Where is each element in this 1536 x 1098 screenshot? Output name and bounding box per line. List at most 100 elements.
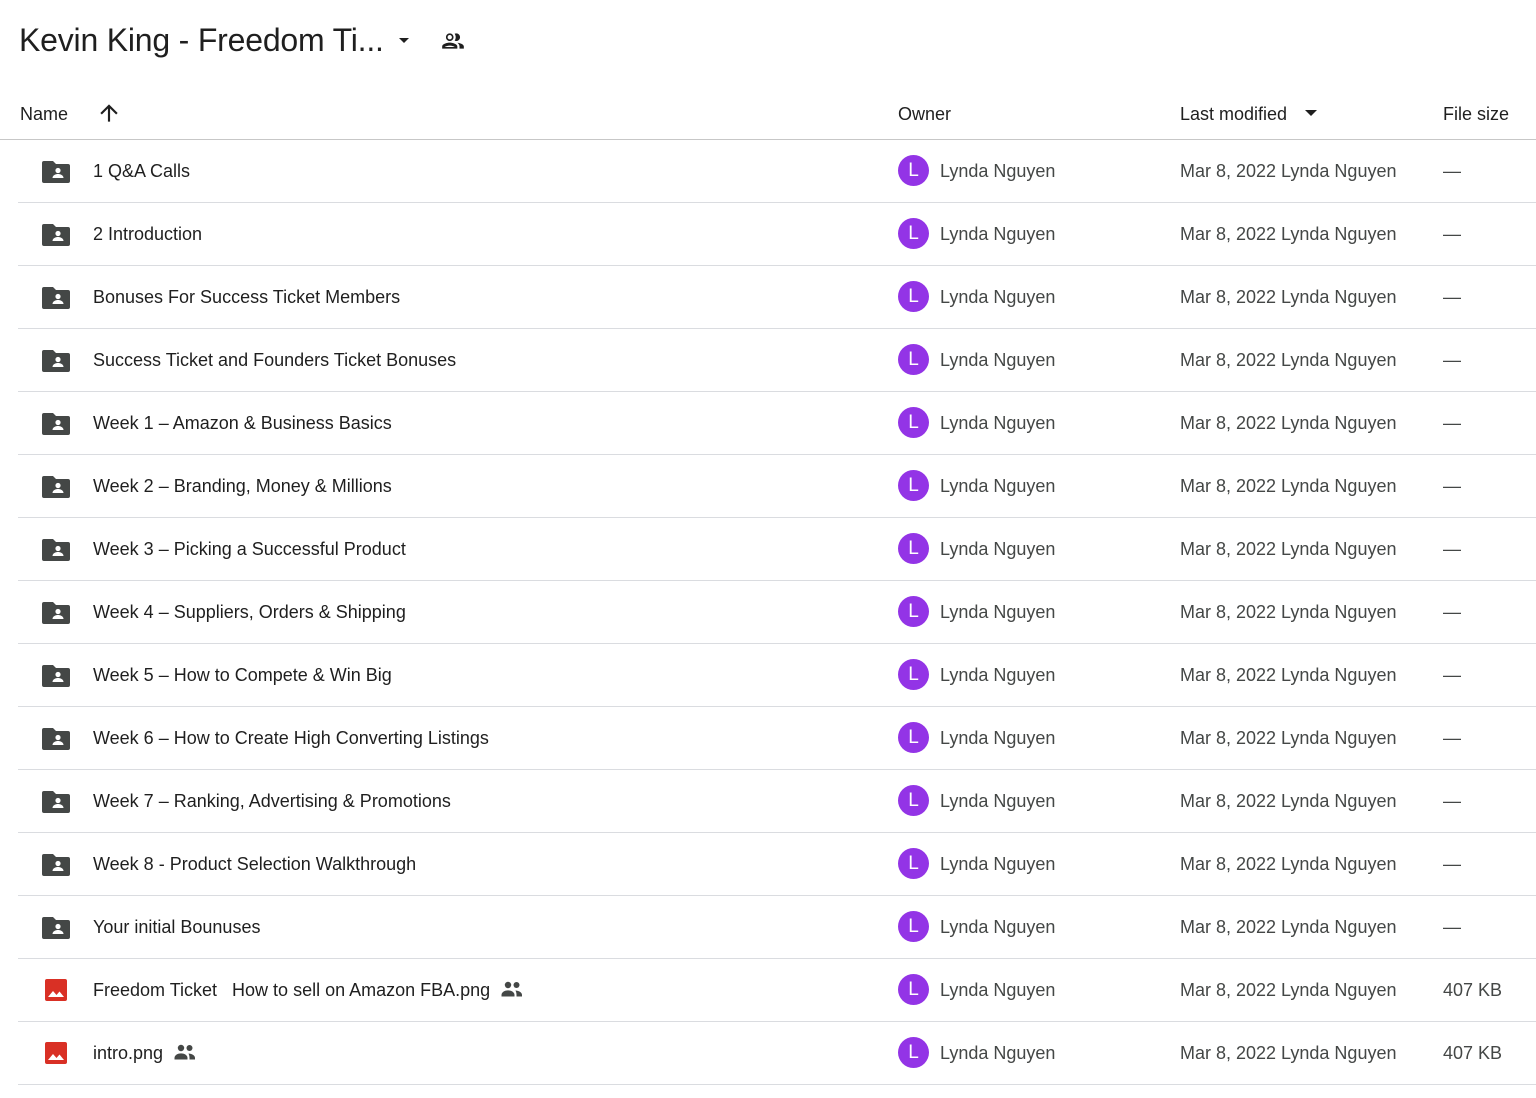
file-name-text: Week 2 – Branding, Money & Millions bbox=[93, 476, 392, 496]
sort-caret-down-icon[interactable] bbox=[1302, 100, 1320, 124]
last-modified: Mar 8, 2022 Lynda Nguyen bbox=[1180, 791, 1397, 811]
last-modified: Mar 8, 2022 Lynda Nguyen bbox=[1180, 350, 1397, 370]
file-size: — bbox=[1443, 602, 1461, 622]
file-name-text: Freedom Ticket How to sell on Amazon FBA… bbox=[93, 980, 491, 1000]
last-modified: Mar 8, 2022 Lynda Nguyen bbox=[1180, 539, 1397, 559]
shared-folder-icon bbox=[42, 537, 70, 561]
file-size: — bbox=[1443, 728, 1461, 748]
file-name-text: Bonuses For Success Ticket Members bbox=[93, 287, 401, 307]
avatar: L bbox=[898, 974, 929, 1005]
shared-folder-icon bbox=[42, 348, 70, 372]
file-name[interactable]: Week 4 – Suppliers, Orders & Shipping bbox=[93, 600, 406, 624]
table-row[interactable]: Week 3 – Picking a Successful Product L Ly… bbox=[18, 518, 1536, 581]
shared-folder-icon bbox=[42, 726, 70, 750]
file-name[interactable]: intro.png bbox=[93, 1041, 197, 1065]
file-name-text: 2 Introduction bbox=[93, 224, 203, 244]
file-name[interactable]: Week 2 – Branding, Money & Millions bbox=[93, 474, 392, 498]
last-modified: Mar 8, 2022 Lynda Nguyen bbox=[1180, 917, 1397, 937]
last-modified: Mar 8, 2022 Lynda Nguyen bbox=[1180, 287, 1397, 307]
owner-name: Lynda Nguyen bbox=[940, 980, 1056, 1000]
table-row[interactable]: Week 7 – Ranking, Advertising & Promotio… bbox=[18, 770, 1536, 833]
table-row[interactable]: 2 Introduction L Lynda Nguyen Mar 8, 2022 L… bbox=[18, 203, 1536, 266]
table-row[interactable]: Week 2 – Branding, Money & Millions L Lynd… bbox=[18, 455, 1536, 518]
file-name[interactable]: Week 7 – Ranking, Advertising & Promotio… bbox=[93, 789, 451, 813]
file-name[interactable]: Week 6 – How to Create High Converting L… bbox=[93, 726, 489, 750]
shared-folder-icon bbox=[42, 474, 70, 498]
folder-title[interactable]: Kevin King - Freedom Ti... bbox=[19, 20, 384, 60]
avatar: L bbox=[898, 155, 929, 186]
file-name-text: intro.png bbox=[93, 1043, 164, 1063]
last-modified: Mar 8, 2022 Lynda Nguyen bbox=[1180, 1043, 1397, 1063]
owner-name: Lynda Nguyen bbox=[940, 665, 1056, 685]
file-name[interactable]: Week 3 – Picking a Successful Product bbox=[93, 537, 406, 561]
file-name-text: Week 7 – Ranking, Advertising & Promotio… bbox=[93, 791, 451, 811]
file-name[interactable]: Bonuses For Success Ticket Members bbox=[93, 285, 400, 309]
table-row[interactable]: Week 6 – How to Create High Converting L… bbox=[18, 707, 1536, 770]
file-name[interactable]: Week 1 – Amazon & Business Basics bbox=[93, 411, 392, 435]
owner-name: Lynda Nguyen bbox=[940, 1043, 1056, 1063]
file-name[interactable]: 1 Q&A Calls bbox=[93, 159, 190, 183]
avatar: L bbox=[898, 344, 929, 375]
header-bar: Kevin King - Freedom Ti... bbox=[0, 0, 1536, 80]
file-name[interactable]: Freedom Ticket How to sell on Amazon FBA… bbox=[93, 978, 524, 1002]
file-size: — bbox=[1443, 350, 1461, 370]
file-name[interactable]: Success Ticket and Founders Ticket Bonus… bbox=[93, 348, 456, 372]
file-size: — bbox=[1443, 413, 1461, 433]
owner-name: Lynda Nguyen bbox=[940, 917, 1056, 937]
table-row[interactable]: Bonuses For Success Ticket Members L Lynda… bbox=[18, 266, 1536, 329]
avatar: L bbox=[898, 848, 929, 879]
shared-folder-icon bbox=[42, 852, 70, 876]
owner-name: Lynda Nguyen bbox=[940, 224, 1056, 244]
file-size: — bbox=[1443, 854, 1461, 874]
table-row[interactable]: Week 8 - Product Selection Walkthrough L L… bbox=[18, 833, 1536, 896]
arrow-up-icon[interactable] bbox=[96, 100, 122, 126]
avatar: L bbox=[898, 533, 929, 564]
image-file-icon bbox=[42, 978, 70, 1002]
shared-folder-icon bbox=[42, 411, 70, 435]
file-size: 407 KB bbox=[1443, 1043, 1503, 1063]
file-list: 1 Q&A Calls L Lynda Nguyen Mar 8, 2022 Lynd… bbox=[18, 140, 1536, 1085]
table-row[interactable]: intro.png L Lynda Nguyen Mar 8, 2022 Lynda … bbox=[18, 1022, 1536, 1085]
table-row[interactable]: Week 4 – Suppliers, Orders & Shipping L Ly… bbox=[18, 581, 1536, 644]
file-size: — bbox=[1443, 224, 1461, 244]
last-modified: Mar 8, 2022 Lynda Nguyen bbox=[1180, 665, 1397, 685]
file-size: — bbox=[1443, 161, 1461, 181]
column-header-last-modified[interactable]: Last modified bbox=[1180, 102, 1287, 126]
chevron-down-icon[interactable] bbox=[392, 28, 416, 52]
table-row[interactable]: 1 Q&A Calls L Lynda Nguyen Mar 8, 2022 Lynd… bbox=[18, 140, 1536, 203]
file-name-text: Week 3 – Picking a Successful Product bbox=[93, 539, 406, 559]
file-name-text: 1 Q&A Calls bbox=[93, 161, 191, 181]
file-size: — bbox=[1443, 539, 1461, 559]
column-header-name[interactable]: Name bbox=[20, 102, 68, 126]
shared-folder-icon bbox=[42, 663, 70, 687]
table-row[interactable]: Freedom Ticket How to sell on Amazon FBA… bbox=[18, 959, 1536, 1022]
table-row[interactable]: Week 5 – How to Compete & Win Big L Lynda … bbox=[18, 644, 1536, 707]
file-name[interactable]: 2 Introduction bbox=[93, 222, 202, 246]
column-header-owner[interactable]: Owner bbox=[898, 102, 951, 126]
shared-people-icon[interactable] bbox=[440, 28, 466, 54]
avatar: L bbox=[898, 218, 929, 249]
avatar: L bbox=[898, 785, 929, 816]
last-modified: Mar 8, 2022 Lynda Nguyen bbox=[1180, 980, 1397, 1000]
file-size: — bbox=[1443, 791, 1461, 811]
table-row[interactable]: Week 1 – Amazon & Business Basics L Lynda … bbox=[18, 392, 1536, 455]
file-name[interactable]: Week 8 - Product Selection Walkthrough bbox=[93, 852, 416, 876]
table-row[interactable]: Success Ticket and Founders Ticket Bonus… bbox=[18, 329, 1536, 392]
file-size: — bbox=[1443, 476, 1461, 496]
avatar: L bbox=[898, 911, 929, 942]
file-name-text: Week 4 – Suppliers, Orders & Shipping bbox=[93, 602, 406, 622]
file-name[interactable]: Your initial Bounuses bbox=[93, 915, 260, 939]
file-name[interactable]: Week 5 – How to Compete & Win Big bbox=[93, 663, 392, 687]
last-modified: Mar 8, 2022 Lynda Nguyen bbox=[1180, 854, 1397, 874]
avatar: L bbox=[898, 407, 929, 438]
image-file-icon bbox=[42, 1041, 70, 1065]
file-name-text: Week 1 – Amazon & Business Basics bbox=[93, 413, 392, 433]
file-name-text: Your initial Bounuses bbox=[93, 917, 261, 937]
last-modified: Mar 8, 2022 Lynda Nguyen bbox=[1180, 476, 1397, 496]
shared-folder-icon bbox=[42, 159, 70, 183]
last-modified: Mar 8, 2022 Lynda Nguyen bbox=[1180, 728, 1397, 748]
owner-name: Lynda Nguyen bbox=[940, 602, 1056, 622]
table-row[interactable]: Your initial Bounuses L Lynda Nguyen Mar 8,… bbox=[18, 896, 1536, 959]
file-name-text: Week 6 – How to Create High Converting L… bbox=[93, 728, 489, 748]
column-header-file-size[interactable]: File size bbox=[1443, 102, 1509, 126]
